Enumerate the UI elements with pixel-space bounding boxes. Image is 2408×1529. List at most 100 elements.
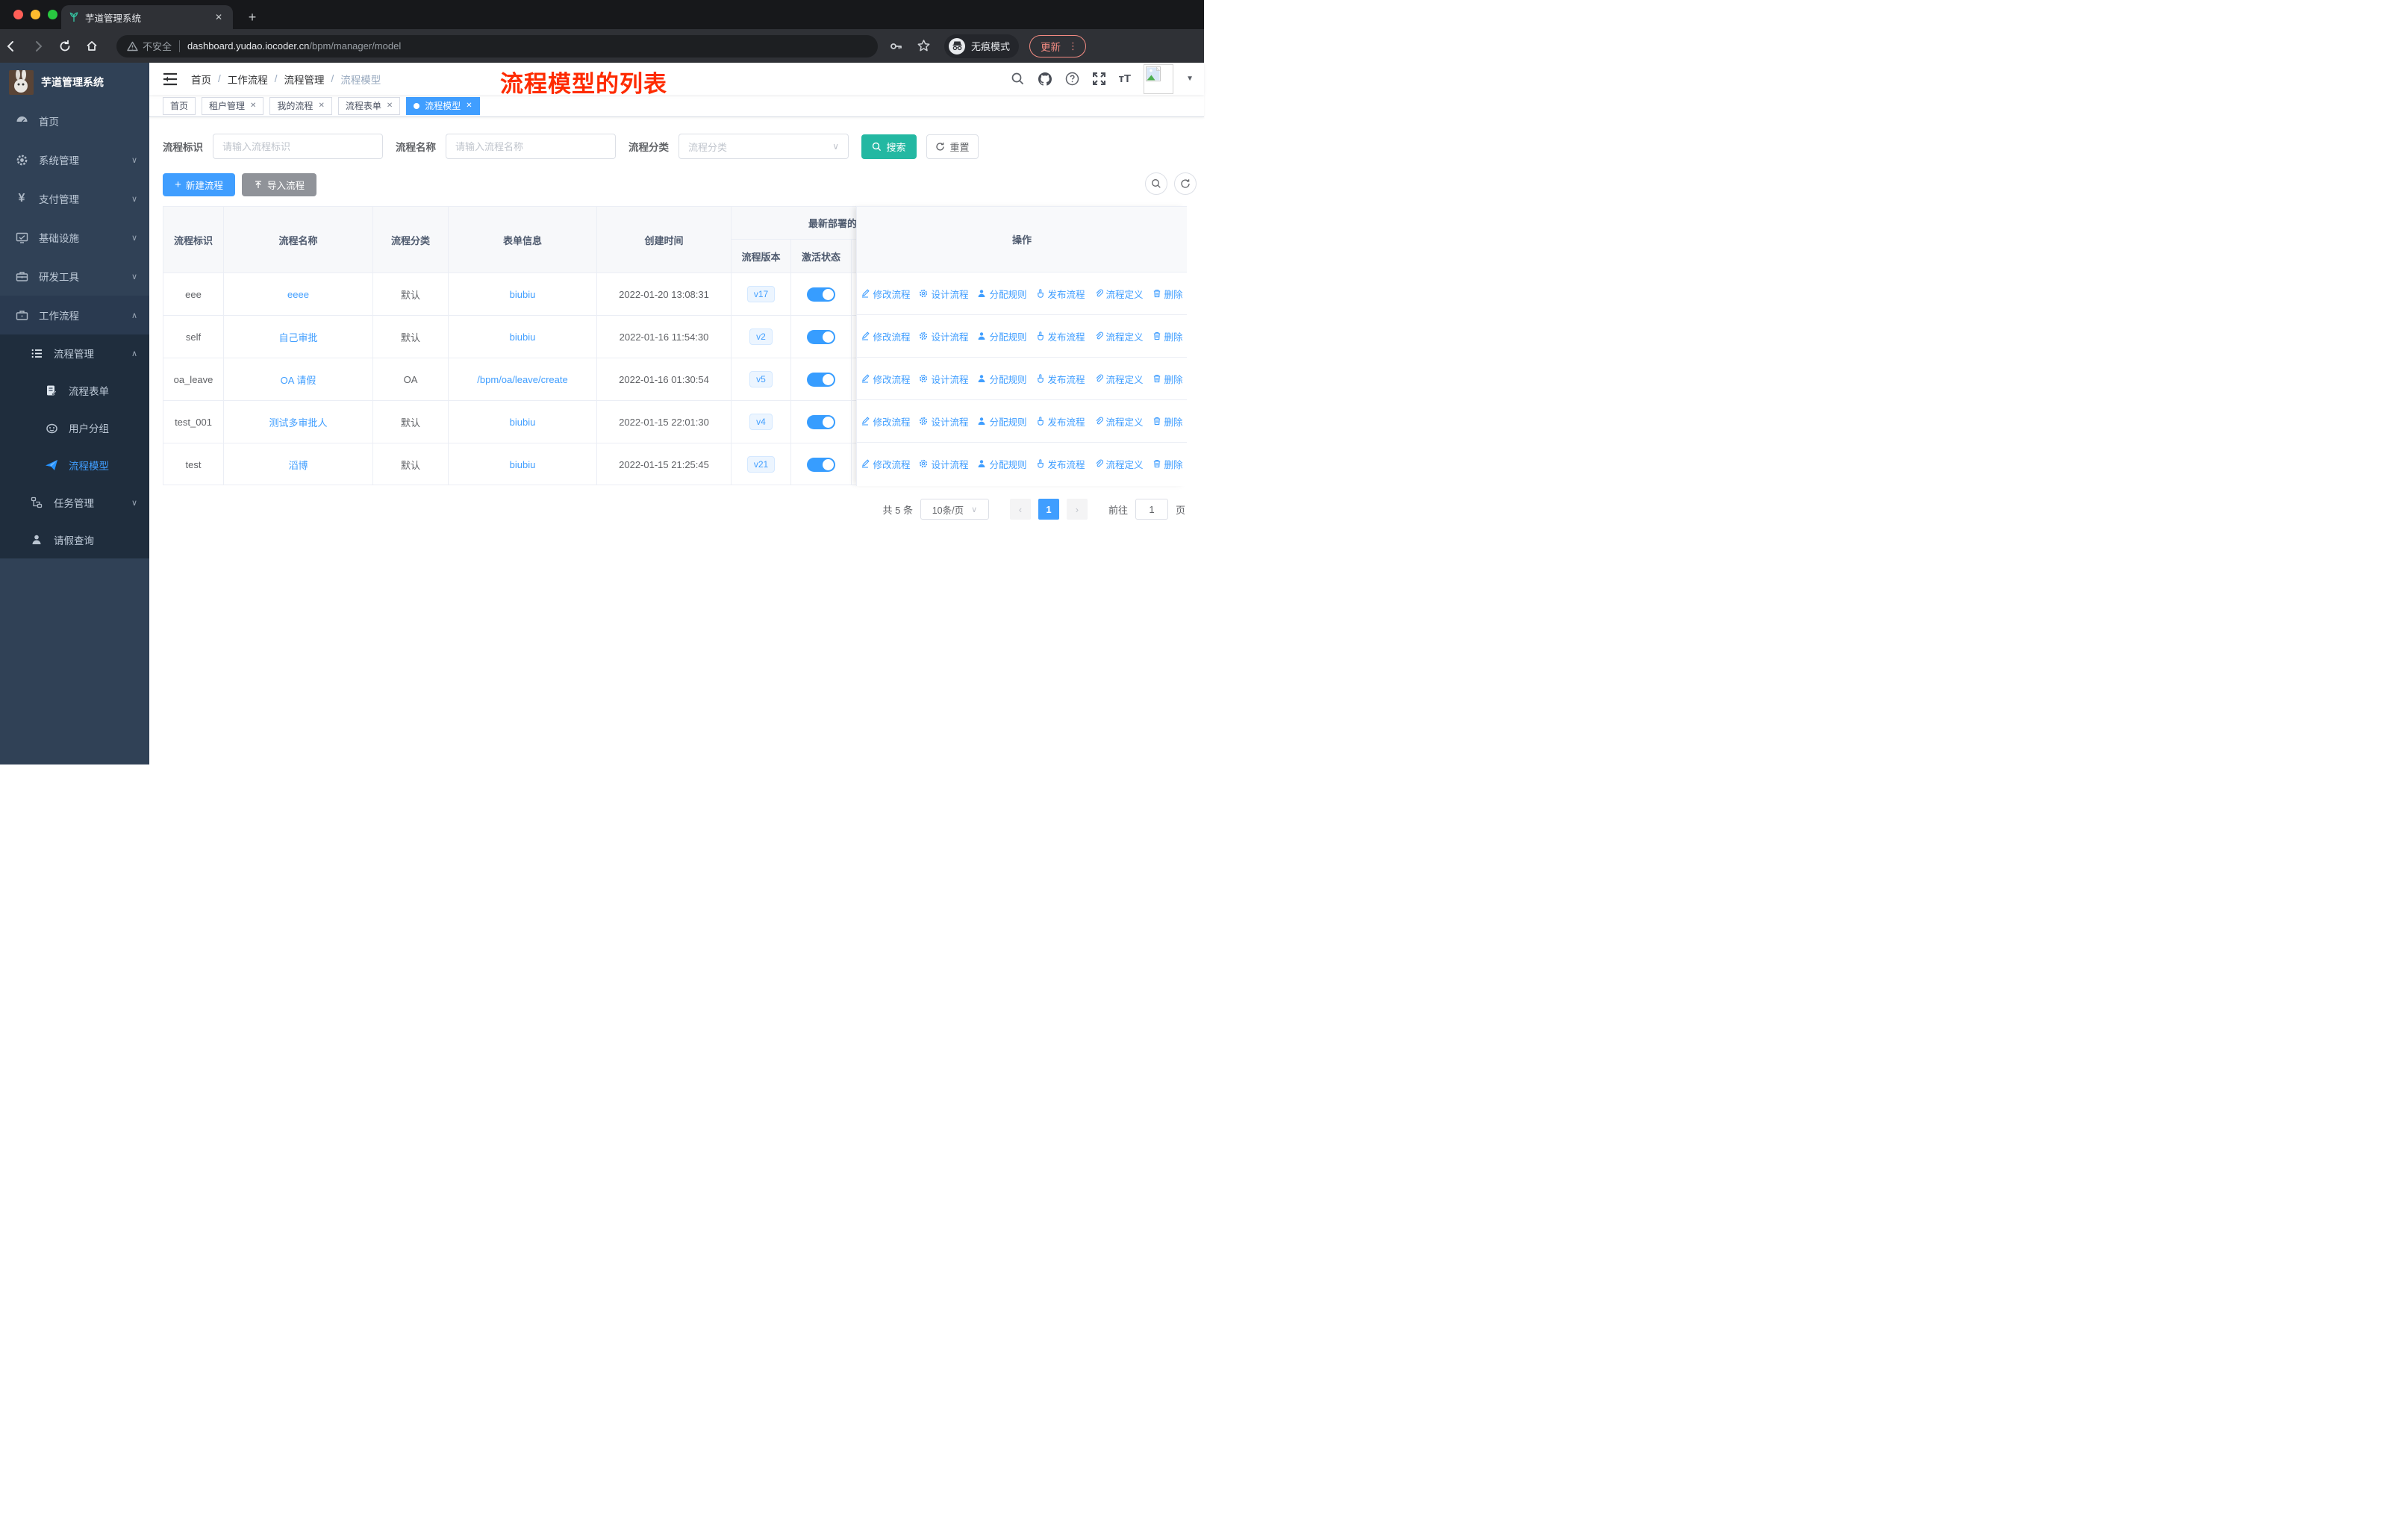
- close-icon[interactable]: ✕: [318, 102, 324, 110]
- action-link-4[interactable]: 发布流程: [1036, 457, 1085, 471]
- category-select[interactable]: 流程分类 ∨: [679, 134, 849, 159]
- window-controls[interactable]: [13, 10, 57, 19]
- page-size-select[interactable]: 10条/页 ∨: [920, 499, 989, 520]
- create-process-button[interactable]: + 新建流程: [163, 173, 235, 196]
- action-link-3[interactable]: 分配规则: [977, 457, 1027, 471]
- close-icon[interactable]: ✕: [250, 102, 256, 110]
- help-icon[interactable]: [1065, 72, 1079, 86]
- reload-button[interactable]: [58, 40, 81, 53]
- action-link-4[interactable]: 发布流程: [1036, 372, 1085, 386]
- sidebar-item-devtools[interactable]: 研发工具 ∨: [0, 257, 149, 296]
- sidebar-item-process-form[interactable]: 流程表单: [0, 372, 149, 409]
- action-link-1[interactable]: 修改流程: [861, 414, 910, 429]
- close-icon[interactable]: ✕: [466, 102, 472, 110]
- process-name-link[interactable]: 测试多审批人: [269, 415, 327, 429]
- bookmark-star-icon[interactable]: [917, 39, 931, 53]
- process-name-link[interactable]: eeee: [287, 289, 309, 300]
- tag-my-process[interactable]: 我的流程 ✕: [269, 96, 332, 115]
- github-icon[interactable]: [1038, 72, 1052, 87]
- browser-menu-icon[interactable]: ⋮: [1068, 40, 1078, 52]
- password-key-icon[interactable]: [888, 39, 903, 54]
- sidebar-item-infra[interactable]: 基础设施 ∨: [0, 218, 149, 257]
- action-link-5[interactable]: 流程定义: [1094, 372, 1144, 386]
- action-link-6[interactable]: 删除: [1152, 372, 1183, 386]
- close-icon[interactable]: ✕: [387, 102, 393, 110]
- prev-page-button[interactable]: ‹: [1009, 499, 1031, 520]
- action-link-6[interactable]: 删除: [1152, 457, 1183, 471]
- active-toggle[interactable]: [807, 372, 835, 387]
- tag-process-model[interactable]: 流程模型 ✕: [406, 96, 480, 115]
- goto-page-input[interactable]: [1135, 499, 1168, 520]
- action-link-2[interactable]: 设计流程: [919, 414, 968, 429]
- sidebar-item-system[interactable]: 系统管理 ∨: [0, 140, 149, 179]
- tag-tenant[interactable]: 租户管理 ✕: [202, 96, 264, 115]
- avatar[interactable]: [1144, 63, 1174, 94]
- minimize-window-button[interactable]: [31, 10, 40, 19]
- reset-button[interactable]: 重置: [926, 134, 979, 159]
- chevron-down-icon[interactable]: ▼: [1186, 75, 1194, 83]
- fullscreen-icon[interactable]: [1092, 72, 1106, 86]
- action-link-3[interactable]: 分配规则: [977, 372, 1027, 386]
- security-warning[interactable]: 不安全: [127, 39, 172, 53]
- action-link-1[interactable]: 修改流程: [861, 287, 910, 301]
- active-toggle[interactable]: [807, 414, 835, 429]
- font-size-icon[interactable]: ᴛT: [1119, 72, 1132, 85]
- browser-tab[interactable]: 芋道管理系统 ✕: [61, 5, 233, 29]
- action-link-6[interactable]: 删除: [1152, 414, 1183, 429]
- process-name-link[interactable]: 自己审批: [278, 330, 317, 344]
- sidebar-item-user-group[interactable]: 用户分组: [0, 409, 149, 446]
- action-link-5[interactable]: 流程定义: [1094, 414, 1144, 429]
- sidebar-item-process-mgmt[interactable]: 流程管理 ∧: [0, 334, 149, 372]
- search-icon[interactable]: [1011, 72, 1025, 86]
- process-name-input[interactable]: [455, 140, 606, 152]
- active-toggle[interactable]: [807, 287, 835, 302]
- search-button[interactable]: 搜索: [861, 134, 917, 159]
- action-link-2[interactable]: 设计流程: [919, 457, 968, 471]
- action-link-2[interactable]: 设计流程: [919, 287, 968, 301]
- update-chrome-button[interactable]: 更新 ⋮: [1029, 34, 1087, 57]
- form-info-link[interactable]: biubiu: [510, 459, 536, 470]
- import-process-button[interactable]: 导入流程: [242, 173, 316, 196]
- sidebar-item-task-mgmt[interactable]: 任务管理 ∨: [0, 484, 149, 521]
- action-link-4[interactable]: 发布流程: [1036, 287, 1085, 301]
- sidebar-item-payment[interactable]: ¥ 支付管理 ∨: [0, 179, 149, 218]
- action-link-4[interactable]: 发布流程: [1036, 414, 1085, 429]
- process-key-input[interactable]: [222, 140, 373, 152]
- form-info-link[interactable]: /bpm/oa/leave/create: [477, 374, 567, 385]
- action-link-3[interactable]: 分配规则: [977, 414, 1027, 429]
- action-link-5[interactable]: 流程定义: [1094, 287, 1144, 301]
- action-link-3[interactable]: 分配规则: [977, 329, 1027, 343]
- action-link-4[interactable]: 发布流程: [1036, 329, 1085, 343]
- active-toggle[interactable]: [807, 329, 835, 344]
- action-link-1[interactable]: 修改流程: [861, 457, 910, 471]
- refresh-button[interactable]: [1174, 172, 1197, 195]
- breadcrumb-process-mgmt[interactable]: 流程管理: [284, 72, 325, 87]
- next-page-button[interactable]: ›: [1066, 499, 1088, 520]
- tag-process-form[interactable]: 流程表单 ✕: [337, 96, 401, 115]
- new-tab-button[interactable]: +: [243, 8, 261, 26]
- form-info-link[interactable]: biubiu: [510, 417, 536, 428]
- tab-close-icon[interactable]: ✕: [212, 12, 225, 22]
- action-link-3[interactable]: 分配规则: [977, 287, 1027, 301]
- action-link-5[interactable]: 流程定义: [1094, 329, 1144, 343]
- sidebar-item-leave-query[interactable]: 请假查询: [0, 521, 149, 558]
- back-button[interactable]: [4, 40, 27, 53]
- process-name-link[interactable]: 滔博: [288, 458, 308, 472]
- action-link-1[interactable]: 修改流程: [861, 329, 910, 343]
- action-link-6[interactable]: 删除: [1152, 287, 1183, 301]
- form-info-link[interactable]: biubiu: [510, 289, 536, 300]
- process-name-link[interactable]: OA 请假: [281, 373, 316, 387]
- action-link-2[interactable]: 设计流程: [919, 372, 968, 386]
- active-toggle[interactable]: [807, 457, 835, 472]
- toggle-search-button[interactable]: [1145, 172, 1167, 195]
- action-link-6[interactable]: 删除: [1152, 329, 1183, 343]
- breadcrumb-workflow[interactable]: 工作流程: [228, 72, 268, 87]
- zoom-window-button[interactable]: [48, 10, 57, 19]
- forward-button[interactable]: [31, 40, 54, 53]
- sidebar-collapse-icon[interactable]: [163, 72, 178, 86]
- sidebar-item-process-model[interactable]: 流程模型: [0, 446, 149, 484]
- close-window-button[interactable]: [13, 10, 23, 19]
- current-page[interactable]: 1: [1038, 499, 1059, 520]
- sidebar-item-home[interactable]: 首页: [0, 102, 149, 140]
- breadcrumb-home[interactable]: 首页: [191, 72, 211, 87]
